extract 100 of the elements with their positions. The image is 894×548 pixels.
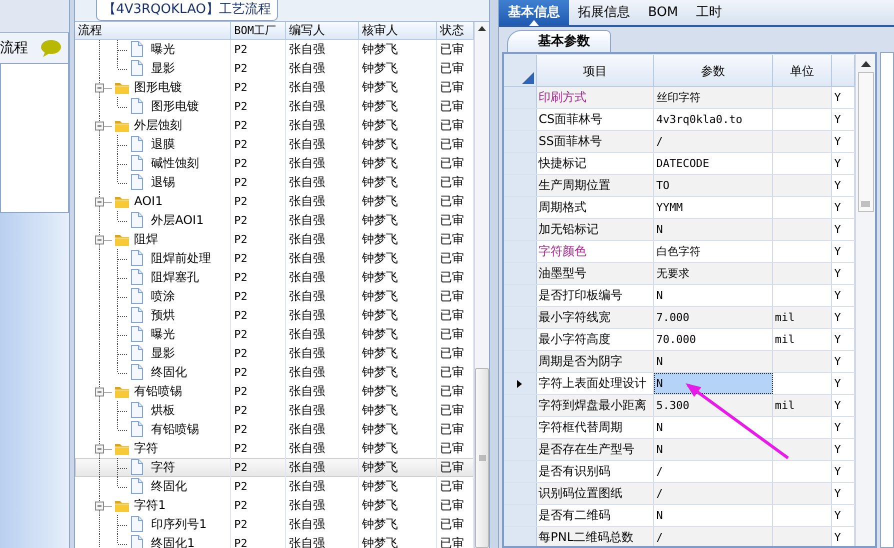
- scroll-thumb[interactable]: [858, 72, 874, 212]
- table-row[interactable]: 预烘 P2 张自强 钟梦飞 已审: [75, 306, 474, 325]
- table-row[interactable]: 外层AOI1 P2 张自强 钟梦飞 已审: [75, 211, 474, 230]
- tree-item[interactable]: 退膜: [151, 135, 176, 154]
- table-row[interactable]: 碱性蚀刻 P2 张自强 钟梦飞 已审: [75, 154, 474, 173]
- tree-item[interactable]: 阻焊前处理: [151, 249, 212, 268]
- table-row[interactable]: 烘板 P2 张自强 钟梦飞 已审: [75, 401, 474, 420]
- table-row[interactable]: 有铅喷锡 P2 张自强 钟梦飞 已审: [75, 420, 474, 439]
- table-row[interactable]: 图形电镀 P2 张自强 钟梦飞 已审: [75, 97, 474, 116]
- table-cell[interactable]: /: [654, 527, 773, 546]
- tab[interactable]: 拓展信息: [569, 0, 639, 25]
- table-cell[interactable]: N: [654, 439, 773, 460]
- table-row[interactable]: 曝光 P2 张自强 钟梦飞 已审: [75, 40, 474, 59]
- collapse-icon[interactable]: [95, 236, 104, 244]
- scrollbar[interactable]: [474, 22, 490, 548]
- table-cell[interactable]: N: [654, 351, 773, 372]
- table-row[interactable]: 退锡 P2 张自强 钟梦飞 已审: [75, 173, 474, 192]
- tree-item[interactable]: 图形电镀: [134, 78, 182, 97]
- tab[interactable]: 工时: [687, 0, 732, 25]
- tree-item[interactable]: 字符: [134, 439, 158, 458]
- table-cell[interactable]: N: [654, 219, 773, 240]
- tree-item[interactable]: AOI1: [134, 192, 163, 211]
- tab[interactable]: BOM: [639, 0, 688, 25]
- tree-item[interactable]: 烘板: [151, 401, 176, 420]
- table-row[interactable]: 终固化 P2 张自强 钟梦飞 已审: [75, 363, 474, 382]
- table-row[interactable]: 阻焊塞孔 P2 张自强 钟梦飞 已审: [75, 268, 474, 287]
- tab[interactable]: 基本参数: [507, 30, 611, 52]
- tree-item[interactable]: 字符: [151, 458, 176, 477]
- table-cell[interactable]: YYMM: [654, 197, 773, 218]
- table-cell[interactable]: 5.300: [654, 395, 773, 416]
- tree-item[interactable]: 阻焊: [134, 230, 158, 249]
- table-row[interactable]: 退膜 P2 张自强 钟梦飞 已审: [75, 135, 474, 154]
- table-cell[interactable]: 白色字符: [654, 241, 773, 262]
- tree-item[interactable]: 碱性蚀刻: [151, 154, 200, 173]
- collapse-icon[interactable]: [95, 502, 104, 510]
- table-cell[interactable]: DATECODE: [654, 153, 773, 174]
- tree-item[interactable]: 图形电镀: [151, 97, 200, 116]
- column-header[interactable]: 流程: [75, 22, 232, 39]
- table-row[interactable]: 曝光 P2 张自强 钟梦飞 已审: [75, 325, 474, 344]
- tree-item[interactable]: 终固化: [151, 477, 188, 496]
- collapse-icon[interactable]: [95, 444, 104, 454]
- column-header[interactable]: 核审人: [359, 22, 438, 39]
- tree-item[interactable]: 显影: [151, 344, 176, 363]
- collapse-icon[interactable]: [95, 198, 104, 206]
- splitter-handle[interactable]: [69, 0, 76, 548]
- table-row[interactable]: 喷涂 P2 张自强 钟梦飞 已审: [75, 287, 474, 306]
- table-cell[interactable]: 丝印字符: [654, 87, 773, 108]
- table-row[interactable]: 字符1 P2 张自强 钟梦飞 已审: [75, 496, 474, 515]
- column-header[interactable]: 参数: [654, 55, 773, 86]
- tree-item[interactable]: 阻焊塞孔: [151, 268, 200, 287]
- tab[interactable]: 基本信息: [499, 0, 569, 25]
- tree-item[interactable]: 外层AOI1: [151, 211, 204, 230]
- table-row[interactable]: 图形电镀 P2 张自强 钟梦飞 已审: [75, 78, 474, 97]
- tree-item[interactable]: 有铅喷锡: [134, 382, 182, 401]
- table-row[interactable]: 阻焊 P2 张自强 钟梦飞 已审: [75, 230, 474, 249]
- table-row[interactable]: 印序列号1 P2 张自强 钟梦飞 已审: [75, 515, 474, 534]
- table-cell[interactable]: TO: [654, 175, 773, 196]
- table-row[interactable]: 显影 P2 张自强 钟梦飞 已审: [75, 344, 474, 363]
- column-header[interactable]: 编写人: [286, 22, 360, 39]
- table-cell: P2: [231, 135, 286, 154]
- table-cell[interactable]: 70.000: [654, 329, 773, 350]
- table-row[interactable]: 有铅喷锡 P2 张自强 钟梦飞 已审: [75, 382, 474, 401]
- collapse-icon[interactable]: [95, 84, 104, 92]
- table-row[interactable]: AOI1 P2 张自强 钟梦飞 已审: [75, 192, 474, 211]
- tree-item[interactable]: 预烘: [151, 306, 176, 325]
- table-cell[interactable]: 无要求: [654, 263, 773, 284]
- table-row[interactable]: 阻焊前处理 P2 张自强 钟梦飞 已审: [75, 249, 474, 268]
- table-cell[interactable]: N: [654, 285, 773, 306]
- table-row[interactable]: 字符 P2 张自强 钟梦飞 已审: [75, 458, 474, 477]
- table-cell[interactable]: /: [654, 131, 773, 152]
- tree-item[interactable]: 字符1: [134, 496, 166, 515]
- tree-item[interactable]: 外层蚀刻: [134, 116, 182, 135]
- tree-item[interactable]: 有铅喷锡: [151, 420, 200, 439]
- table-cell: 张自强: [286, 192, 360, 211]
- collapse-icon[interactable]: [95, 122, 104, 130]
- tree-item[interactable]: 退锡: [151, 173, 176, 192]
- column-header[interactable]: 项目: [536, 55, 654, 86]
- splitter-handle[interactable]: [489, 0, 499, 548]
- table-cell[interactable]: 7.000: [654, 307, 773, 328]
- table-cell[interactable]: /: [654, 461, 773, 482]
- tree-item[interactable]: 显影: [151, 59, 176, 78]
- collapse-icon[interactable]: [95, 388, 104, 396]
- column-header[interactable]: BOM工厂: [231, 22, 286, 39]
- table-row[interactable]: 外层蚀刻 P2 张自强 钟梦飞 已审: [75, 116, 474, 135]
- table-cell: 每PNL二维码总数: [536, 527, 654, 546]
- tree-item[interactable]: 曝光: [151, 40, 176, 59]
- column-header[interactable]: 单位: [772, 55, 832, 86]
- tree-item[interactable]: 曝光: [151, 325, 176, 344]
- scroll-thumb[interactable]: [475, 368, 490, 548]
- table-cell[interactable]: /: [654, 483, 773, 504]
- tree-item[interactable]: 印序列号1: [151, 515, 207, 534]
- table-cell[interactable]: 4v3rq0kla0.to: [654, 109, 773, 130]
- table-cell[interactable]: N: [654, 417, 773, 438]
- tree-item[interactable]: 喷涂: [151, 287, 176, 306]
- table-cell[interactable]: N: [654, 373, 773, 394]
- table-cell[interactable]: N: [654, 505, 773, 526]
- tree-item[interactable]: 终固化: [151, 363, 188, 382]
- scrollbar[interactable]: [855, 54, 875, 546]
- table-row[interactable]: 显影 P2 张自强 钟梦飞 已审: [75, 59, 474, 78]
- table-row[interactable]: 终固化 P2 张自强 钟梦飞 已审: [75, 477, 474, 496]
